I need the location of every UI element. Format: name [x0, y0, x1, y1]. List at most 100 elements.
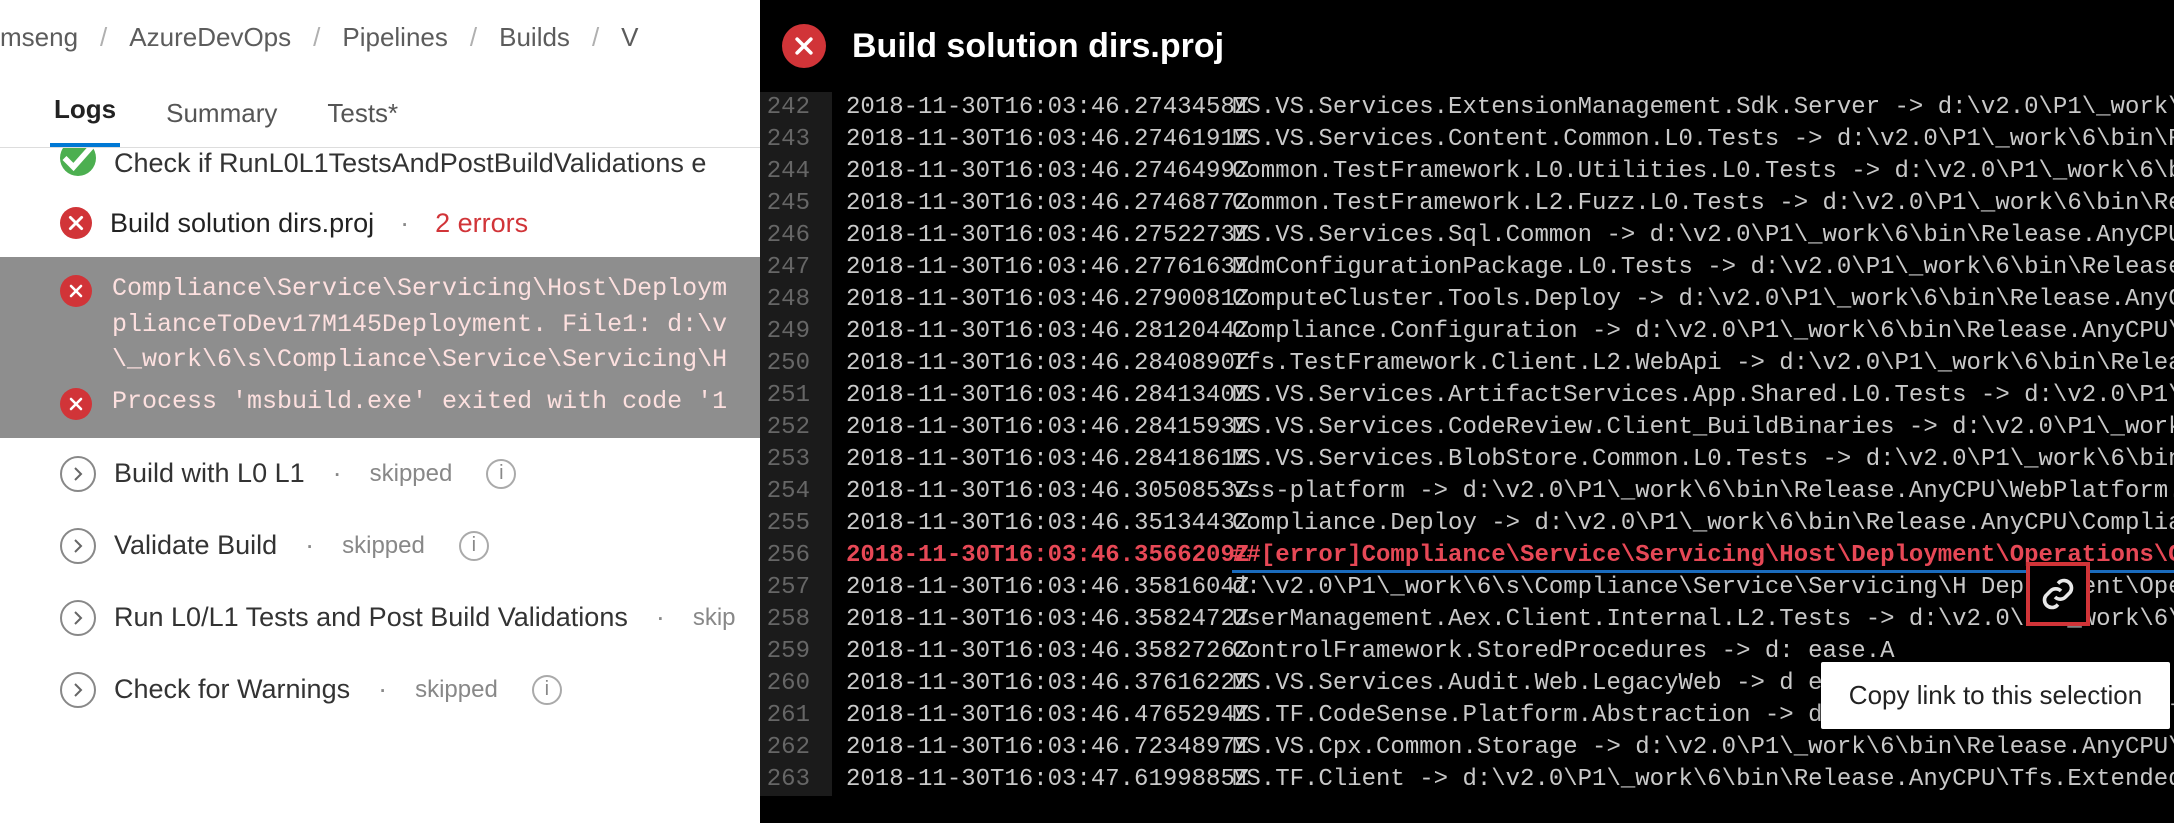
timestamp: 2018-11-30T16:03:46.2841593Z — [832, 412, 1232, 444]
timestamp: 2018-11-30T16:03:46.2746191Z — [832, 124, 1232, 156]
log-message: MS.VS.Services.Content.Common.L0.Tests -… — [1232, 124, 2174, 156]
err-1-l1: Process 'msbuild.exe' exited with code '… — [112, 384, 727, 420]
step-validate-build[interactable]: Validate Build · skipped i — [0, 510, 760, 582]
log-line[interactable]: 2502018-11-30T16:03:46.2840890ZTfs.TestF… — [760, 348, 2174, 380]
tabs: Logs Summary Tests* — [0, 70, 760, 148]
step-build-dirs-title: Build solution dirs.proj — [110, 208, 374, 239]
error-details[interactable]: Compliance\Service\Servicing\Host\Deploy… — [0, 257, 760, 438]
line-number: 251 — [760, 380, 832, 412]
line-number: 259 — [760, 636, 832, 668]
timestamp: 2018-11-30T16:03:46.3761622Z — [832, 668, 1232, 700]
crumb-0[interactable]: mseng — [0, 22, 78, 53]
log-line[interactable]: 2562018-11-30T16:03:46.3566209Z##[error]… — [760, 540, 2174, 572]
chevron-right-icon — [60, 672, 96, 708]
line-number: 254 — [760, 476, 832, 508]
error-icon — [782, 24, 826, 68]
step-build-dirs[interactable]: Build solution dirs.proj · 2 errors — [0, 189, 760, 257]
log-line[interactable]: 2512018-11-30T16:03:46.2841340ZMS.VS.Ser… — [760, 380, 2174, 412]
step-build-l0l1[interactable]: Build with L0 L1 · skipped i — [0, 438, 760, 510]
log-line[interactable]: 2422018-11-30T16:03:46.2743458ZMS.VS.Ser… — [760, 92, 2174, 124]
log-line[interactable]: 2472018-11-30T16:03:46.2776163ZMdmConfig… — [760, 252, 2174, 284]
tab-logs[interactable]: Logs — [50, 70, 120, 147]
timestamp: 2018-11-30T16:03:46.2812044Z — [832, 316, 1232, 348]
step-check-warnings[interactable]: Check for Warnings · skipped i — [0, 654, 760, 726]
crumb-3[interactable]: Builds — [499, 22, 570, 53]
log-line[interactable]: 2532018-11-30T16:03:46.2841861ZMS.VS.Ser… — [760, 444, 2174, 476]
copy-link-button[interactable] — [2026, 562, 2090, 626]
timestamp: 2018-11-30T16:03:46.4765294Z — [832, 700, 1232, 732]
line-number: 249 — [760, 316, 832, 348]
log-line[interactable]: 2632018-11-30T16:03:47.6199885ZMS.TF.Cli… — [760, 764, 2174, 796]
check-icon — [60, 148, 96, 176]
log-line[interactable]: 2582018-11-30T16:03:46.3582472ZUserManag… — [760, 604, 2174, 636]
line-number: 258 — [760, 604, 832, 636]
log-message: MS.VS.Services.Audit.Web.LegacyWeb -> d … — [1232, 668, 1909, 700]
copy-link-tooltip: Copy link to this selection — [1821, 662, 2170, 729]
crumb-4[interactable]: V — [621, 22, 638, 53]
timestamp: 2018-11-30T16:03:46.2790081Z — [832, 284, 1232, 316]
crumb-2[interactable]: Pipelines — [342, 22, 448, 53]
timestamp: 2018-11-30T16:03:46.2746499Z — [832, 156, 1232, 188]
line-number: 253 — [760, 444, 832, 476]
line-number: 260 — [760, 668, 832, 700]
log-line[interactable]: 2572018-11-30T16:03:46.3581604Zd:\v2.0\P… — [760, 572, 2174, 604]
timestamp: 2018-11-30T16:03:46.2746877Z — [832, 188, 1232, 220]
step-prev[interactable]: Check if RunL0L1TestsAndPostBuildValidat… — [0, 148, 760, 189]
skipped-badge: skip — [693, 604, 736, 632]
log-line[interactable]: 2452018-11-30T16:03:46.2746877ZCommon.Te… — [760, 188, 2174, 220]
log-line[interactable]: 2432018-11-30T16:03:46.2746191ZMS.VS.Ser… — [760, 124, 2174, 156]
log-message: MS.VS.Services.ArtifactServices.App.Shar… — [1232, 380, 2174, 412]
step-run-tests[interactable]: Run L0/L1 Tests and Post Build Validatio… — [0, 582, 760, 654]
timestamp: 2018-11-30T16:03:46.7234897Z — [832, 732, 1232, 764]
line-number: 252 — [760, 412, 832, 444]
log-message: Compliance.Deploy -> d:\v2.0\P1\_work\6\… — [1232, 508, 2174, 540]
line-number: 256 — [760, 540, 832, 572]
error-icon — [60, 207, 92, 239]
info-icon[interactable]: i — [459, 531, 489, 561]
timestamp: 2018-11-30T16:03:46.2841861Z — [832, 444, 1232, 476]
timestamp: 2018-11-30T16:03:46.2840890Z — [832, 348, 1232, 380]
log-message: Common.TestFramework.L2.Fuzz.L0.Tests ->… — [1232, 188, 2174, 220]
log-message: ControlFramework.StoredProcedures -> d: … — [1232, 636, 1895, 668]
log-message: MS.VS.Services.CodeReview.Client_BuildBi… — [1232, 412, 2174, 444]
line-number: 244 — [760, 156, 832, 188]
line-number: 262 — [760, 732, 832, 764]
log-line[interactable]: 2522018-11-30T16:03:46.2841593ZMS.VS.Ser… — [760, 412, 2174, 444]
link-icon — [2040, 576, 2076, 612]
log-line[interactable]: 2462018-11-30T16:03:46.2752273ZMS.VS.Ser… — [760, 220, 2174, 252]
timestamp: 2018-11-30T16:03:47.6199885Z — [832, 764, 1232, 796]
timestamp: 2018-11-30T16:03:46.2743458Z — [832, 92, 1232, 124]
tab-summary[interactable]: Summary — [162, 74, 281, 147]
log-message: MS.VS.Services.Sql.Common -> d:\v2.0\P1\… — [1232, 220, 2174, 252]
crumb-1[interactable]: AzureDevOps — [129, 22, 291, 53]
log-line[interactable]: 2492018-11-30T16:03:46.2812044ZComplianc… — [760, 316, 2174, 348]
log-line[interactable]: 2482018-11-30T16:03:46.2790081ZComputeCl… — [760, 284, 2174, 316]
timestamp: 2018-11-30T16:03:46.2841340Z — [832, 380, 1232, 412]
tab-tests[interactable]: Tests* — [323, 74, 402, 147]
line-number: 261 — [760, 700, 832, 732]
skipped-badge: skipped — [342, 532, 425, 560]
line-number: 263 — [760, 764, 832, 796]
info-icon[interactable]: i — [532, 675, 562, 705]
log-line[interactable]: 2442018-11-30T16:03:46.2746499ZCommon.Te… — [760, 156, 2174, 188]
step-prev-title: Check if RunL0L1TestsAndPostBuildValidat… — [114, 148, 706, 179]
line-number: 246 — [760, 220, 832, 252]
log-line[interactable]: 2622018-11-30T16:03:46.7234897ZMS.VS.Cpx… — [760, 732, 2174, 764]
step-title: Run L0/L1 Tests and Post Build Validatio… — [114, 602, 628, 633]
line-number: 243 — [760, 124, 832, 156]
log-message: MS.VS.Services.BlobStore.Common.L0.Tests… — [1232, 444, 2174, 476]
timestamp: 2018-11-30T16:03:46.3513443Z — [832, 508, 1232, 540]
log-message: MS.VS.Cpx.Common.Storage -> d:\v2.0\P1\_… — [1232, 732, 2174, 764]
line-number: 248 — [760, 284, 832, 316]
timestamp: 2018-11-30T16:03:46.3582726Z — [832, 636, 1232, 668]
step-title: Validate Build — [114, 530, 277, 561]
log-panel-header: Build solution dirs.proj — [760, 0, 2174, 92]
chevron-right-icon — [60, 528, 96, 564]
timestamp: 2018-11-30T16:03:46.3582472Z — [832, 604, 1232, 636]
info-icon[interactable]: i — [486, 459, 516, 489]
error-icon — [60, 275, 92, 307]
log-line[interactable]: 2542018-11-30T16:03:46.3050853Zvss-platf… — [760, 476, 2174, 508]
timestamp: 2018-11-30T16:03:46.3050853Z — [832, 476, 1232, 508]
log-line[interactable]: 2552018-11-30T16:03:46.3513443ZComplianc… — [760, 508, 2174, 540]
error-icon — [60, 388, 92, 420]
